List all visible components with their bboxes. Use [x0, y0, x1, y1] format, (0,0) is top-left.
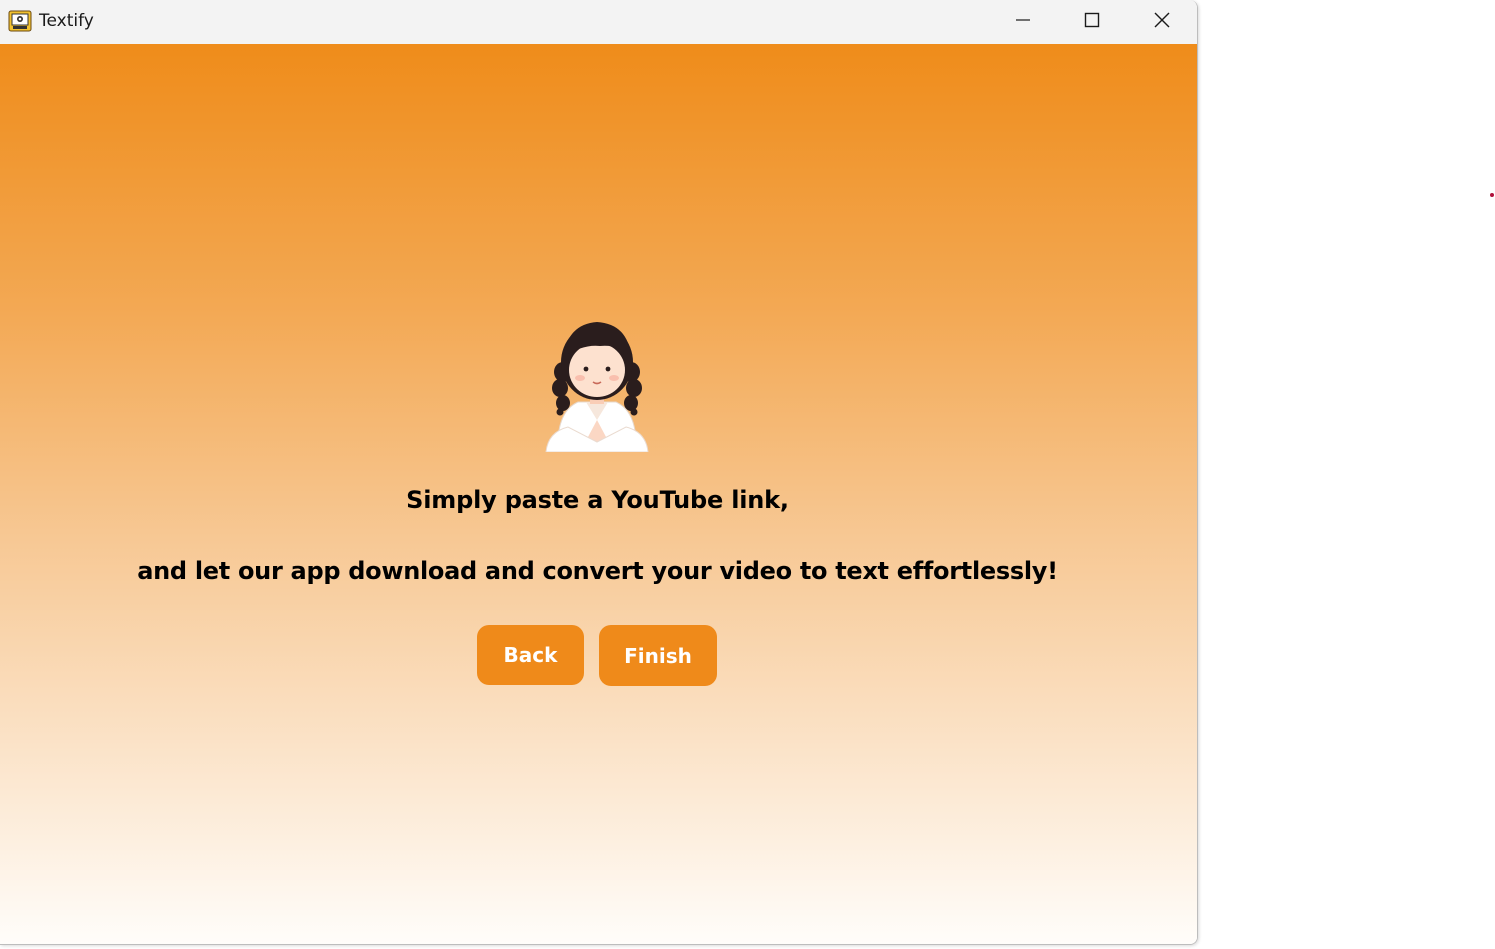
title-bar[interactable]: Textify [0, 0, 1197, 44]
close-icon [1153, 11, 1171, 33]
tagline-line-1: Simply paste a YouTube link, [406, 486, 789, 514]
desktop-mark [1490, 193, 1494, 197]
minimize-button[interactable] [988, 0, 1058, 44]
minimize-icon [1015, 12, 1031, 32]
finish-button[interactable]: Finish [599, 625, 717, 686]
app-logo-icon [8, 10, 32, 32]
tagline-line-2: and let our app download and convert you… [137, 557, 1058, 585]
girl-greeting-avatar [538, 302, 656, 453]
window-title: Textify [39, 11, 94, 31]
app-window: Textify Simply paste a YouTube link, and… [0, 0, 1198, 945]
welcome-content: Simply paste a YouTube link, and let our… [0, 44, 1197, 944]
maximize-button[interactable] [1057, 0, 1127, 44]
maximize-icon [1084, 12, 1100, 32]
back-button[interactable]: Back [477, 625, 584, 685]
close-button[interactable] [1127, 0, 1197, 44]
